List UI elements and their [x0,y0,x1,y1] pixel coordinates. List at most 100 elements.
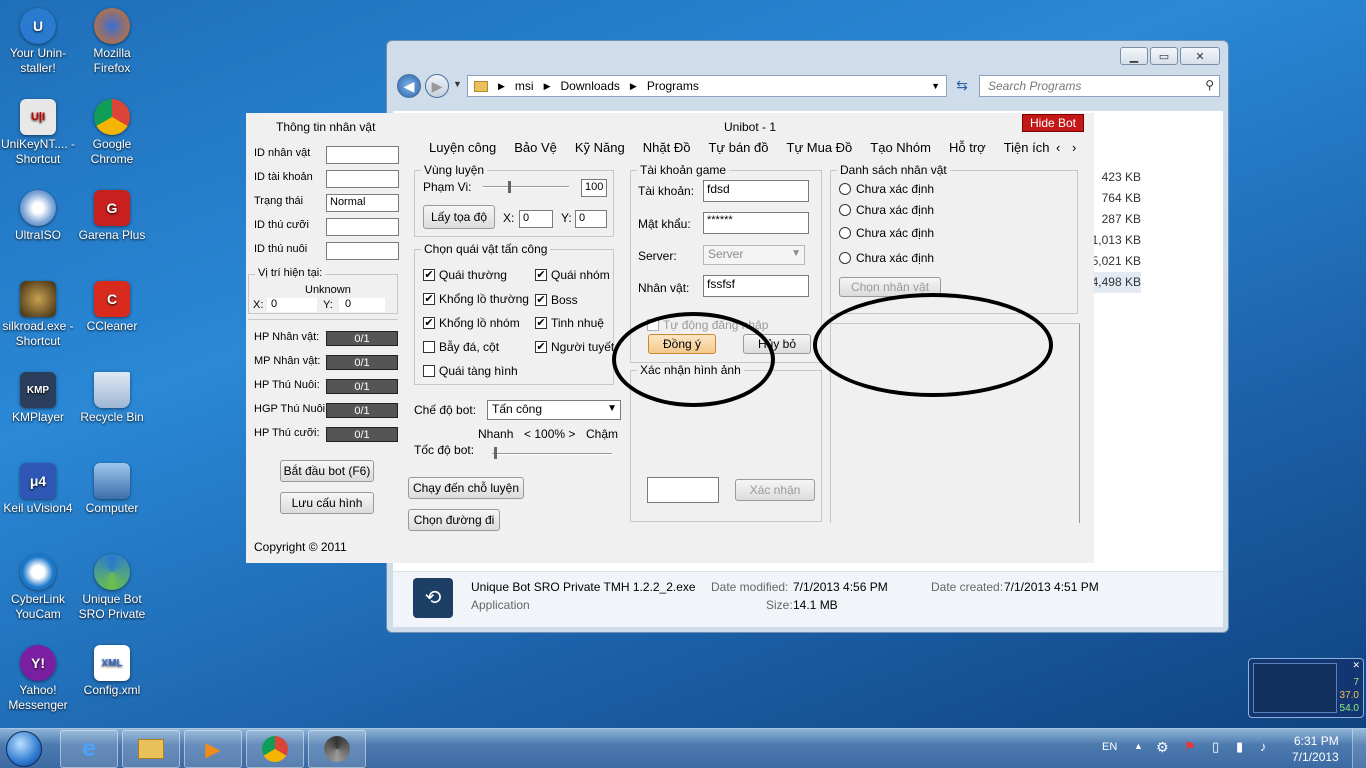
checkbox-box[interactable] [423,365,435,377]
character-radio-2[interactable]: Chưa xác định [839,203,934,217]
tab-utilities[interactable]: Tiện ích [995,140,1059,155]
desktop-icon-recycle-bin[interactable]: Recycle Bin [74,372,150,425]
username-field[interactable]: fdsd [703,180,809,202]
desktop-icon-uninstaller[interactable]: U Your Unin-staller! [0,8,76,76]
tab-pickup[interactable]: Nhặt Đồ [634,140,700,155]
captcha-confirm-button[interactable]: Xác nhận [735,479,815,501]
minimize-button[interactable]: ▁ [1120,47,1148,65]
address-dropdown-icon[interactable]: ▼ [931,81,940,91]
monster-invisible-checkbox[interactable]: Quái tàng hình [423,364,518,378]
radio-circle[interactable] [839,252,851,264]
server-select[interactable]: Server ▼ [703,245,805,265]
character-id-field[interactable] [326,146,399,164]
status-field[interactable]: Normal [326,194,399,212]
desktop-icon-youcam[interactable]: CyberLink YouCam [0,554,76,622]
tab-protection[interactable]: Bảo Vệ [505,140,566,155]
volume-icon[interactable]: ♪ [1260,739,1267,754]
taskbar-uniquebot[interactable] [308,730,366,768]
radio-circle[interactable] [839,183,851,195]
breadcrumb-downloads[interactable]: Downloads [561,79,620,93]
monster-snowman-checkbox[interactable]: ✔ Người tuyết [535,340,615,354]
desktop-icon-ccleaner[interactable]: C CCleaner [74,281,150,334]
tab-auto-sell[interactable]: Tự bán đồ [699,140,777,155]
range-value[interactable]: 100 [581,179,607,197]
taskbar-explorer[interactable] [122,730,180,768]
captcha-input[interactable] [647,477,719,503]
taskbar-ie[interactable]: e [60,730,118,768]
start-bot-button[interactable]: Bắt đầu bot (F6) [280,460,374,482]
checkbox-box[interactable]: ✔ [535,294,547,306]
desktop-icon-unikey[interactable]: U|I UniKeyNT.... - Shortcut [0,99,76,167]
run-to-training-button[interactable]: Chạy đến chỗ luyện [408,477,524,499]
checkbox-box[interactable]: ✔ [423,293,435,305]
desktop-icon-config[interactable]: XML Config.xml [74,645,150,698]
get-coordinates-button[interactable]: Lấy tọa độ [423,205,495,229]
checkbox-box[interactable]: ✔ [535,341,547,353]
checkbox-box[interactable]: ✔ [423,317,435,329]
account-id-field[interactable] [326,170,399,188]
battery-icon[interactable]: ▯ [1212,739,1219,755]
monster-trap-checkbox[interactable]: Bẫy đá, cột [423,340,499,354]
cpu-meter-gadget[interactable]: 7 37.0 54.0 ✕ [1248,658,1364,718]
clock-time[interactable]: 6:31 PM [1294,734,1339,748]
tab-scroll-right-icon[interactable]: › [1072,140,1076,155]
monster-giant-party-checkbox[interactable]: ✔ Khổng lồ nhóm [423,316,520,330]
range-slider-thumb[interactable] [508,181,511,193]
show-hidden-icons[interactable]: ▲ [1134,741,1143,751]
tab-auto-buy[interactable]: Tự Mua Đồ [778,140,862,155]
character-radio-3[interactable]: Chưa xác định [839,226,934,240]
radio-circle[interactable] [839,227,851,239]
mount-id-field[interactable] [326,218,399,236]
breadcrumb-msi[interactable]: msi [515,79,534,93]
radio-circle[interactable] [839,204,851,216]
desktop-icon-yahoo[interactable]: Y! Yahoo! Messenger [0,645,76,713]
character-radio-1[interactable]: Chưa xác định [839,182,934,196]
tab-training[interactable]: Luyện công [420,140,505,155]
choose-path-button[interactable]: Chọn đường đi [408,509,500,531]
desktop-icon-ultraiso[interactable]: UltraISO [0,190,76,243]
forward-button[interactable]: ▶ [425,74,449,98]
speed-slider[interactable] [492,453,612,455]
monster-giant-checkbox[interactable]: ✔ Khổng lồ thường [423,292,529,306]
desktop-icon-kmplayer[interactable]: KMP KMPlayer [0,372,76,425]
back-button[interactable]: ◀ [397,74,421,98]
maximize-button[interactable]: ▭ [1150,47,1178,65]
character-radio-4[interactable]: Chưa xác định [839,251,934,265]
desktop-icon-silkroad[interactable]: silkroad.exe - Shortcut [0,281,76,349]
refresh-icon[interactable]: ⇆ [951,77,973,97]
show-desktop-button[interactable] [1352,729,1366,768]
checkbox-box[interactable]: ✔ [535,317,547,329]
taskbar-chrome[interactable] [246,730,304,768]
clock-date[interactable]: 7/1/2013 [1292,750,1339,764]
recent-pages-dropdown-icon[interactable]: ▼ [453,79,462,89]
speed-slider-thumb[interactable] [494,447,497,459]
desktop-icon-chrome[interactable]: Google Chrome [74,99,150,167]
save-config-button[interactable]: Lưu cấu hình [280,492,374,514]
character-field[interactable]: fssfsf [703,275,809,297]
monster-normal-checkbox[interactable]: ✔ Quái thường [423,268,507,282]
gadget-close-icon[interactable]: ✕ [1352,660,1360,671]
address-bar[interactable]: ▶ msi ▶ Downloads ▶ Programs ▼ [467,75,947,97]
desktop-icon-garena[interactable]: G Garena Plus [74,190,150,243]
start-button[interactable] [6,731,42,767]
hide-bot-button[interactable]: Hide Bot [1022,114,1084,132]
checkbox-box[interactable]: ✔ [535,269,547,281]
breadcrumb-programs[interactable]: Programs [647,79,699,93]
search-input[interactable]: Search Programs ⚲ [979,75,1220,97]
desktop-icon-uniquebot[interactable]: Unique Bot SRO Private [74,554,150,622]
language-indicator[interactable]: EN [1102,741,1117,753]
tab-support[interactable]: Hỗ trợ [940,140,995,155]
desktop-icon-keil[interactable]: μ4 Keil uVision4 [0,463,76,516]
close-button[interactable]: ✕ [1180,47,1220,65]
y-value[interactable]: 0 [575,210,607,228]
range-slider[interactable] [483,186,569,188]
tab-scroll-left-icon[interactable]: ‹ [1056,140,1060,155]
taskbar-media-player[interactable]: ▶ [184,730,242,768]
monster-elite-checkbox[interactable]: ✔ Tinh nhuệ [535,316,604,330]
monster-party-checkbox[interactable]: ✔ Quái nhóm [535,268,610,282]
password-field[interactable]: ****** [703,212,809,234]
action-center-icon[interactable]: ⚑ [1184,739,1196,755]
pet-id-field[interactable] [326,242,399,260]
tab-skills[interactable]: Kỹ Năng [566,140,634,155]
checkbox-box[interactable] [423,341,435,353]
